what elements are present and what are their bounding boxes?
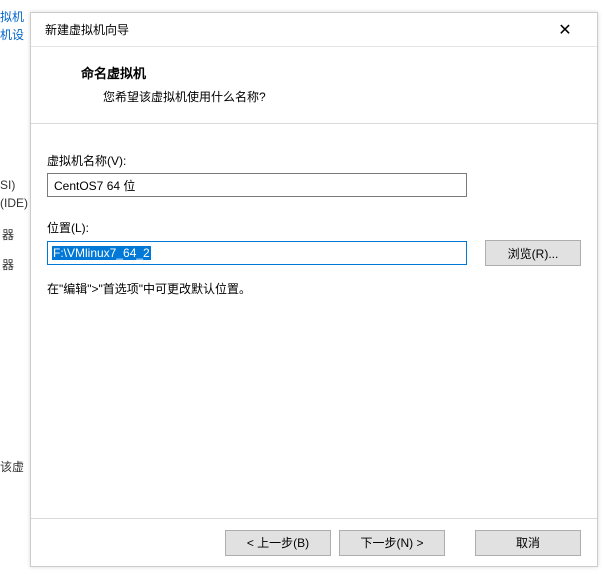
wizard-header: 命名虚拟机 您希望该虚拟机使用什么名称?: [31, 47, 597, 124]
location-input-value: F:\VMlinux7_64_2: [52, 246, 151, 260]
wizard-footer: < 上一步(B) 下一步(N) > 取消: [31, 518, 597, 566]
back-button[interactable]: < 上一步(B): [225, 530, 331, 556]
close-button[interactable]: ✕: [545, 15, 585, 45]
titlebar: 新建虚拟机向导 ✕: [31, 13, 597, 47]
bg-text-4: 器: [2, 256, 14, 273]
location-row: F:\VMlinux7_64_2 浏览(R)...: [47, 240, 581, 266]
bg-link-2: 机设: [0, 26, 24, 43]
bg-text-1: SI): [0, 178, 15, 192]
vm-name-input[interactable]: [47, 173, 467, 197]
vm-name-label: 虚拟机名称(V):: [47, 152, 581, 169]
close-icon: ✕: [558, 20, 571, 40]
next-button[interactable]: 下一步(N) >: [339, 530, 445, 556]
cancel-button[interactable]: 取消: [475, 530, 581, 556]
location-label: 位置(L):: [47, 219, 581, 236]
location-input[interactable]: F:\VMlinux7_64_2: [47, 241, 467, 265]
bg-text-3: 器: [2, 226, 14, 243]
wizard-step-subtitle: 您希望该虚拟机使用什么名称?: [55, 88, 573, 105]
background-window-fragments: 拟机 机设 SI) (IDE) 器 器 该虚: [0, 0, 30, 574]
dialog-title: 新建虚拟机向导: [45, 21, 129, 38]
bg-text-5: 该虚: [0, 458, 24, 475]
wizard-content: 虚拟机名称(V): 位置(L): F:\VMlinux7_64_2 浏览(R).…: [31, 124, 597, 518]
location-hint: 在"编辑">"首选项"中可更改默认位置。: [47, 280, 581, 297]
browse-button[interactable]: 浏览(R)...: [485, 240, 581, 266]
wizard-step-title: 命名虚拟机: [55, 63, 573, 82]
bg-text-2: (IDE): [0, 196, 28, 210]
new-vm-wizard-dialog: 新建虚拟机向导 ✕ 命名虚拟机 您希望该虚拟机使用什么名称? 虚拟机名称(V):…: [30, 12, 598, 567]
bg-link-1: 拟机: [0, 8, 24, 25]
